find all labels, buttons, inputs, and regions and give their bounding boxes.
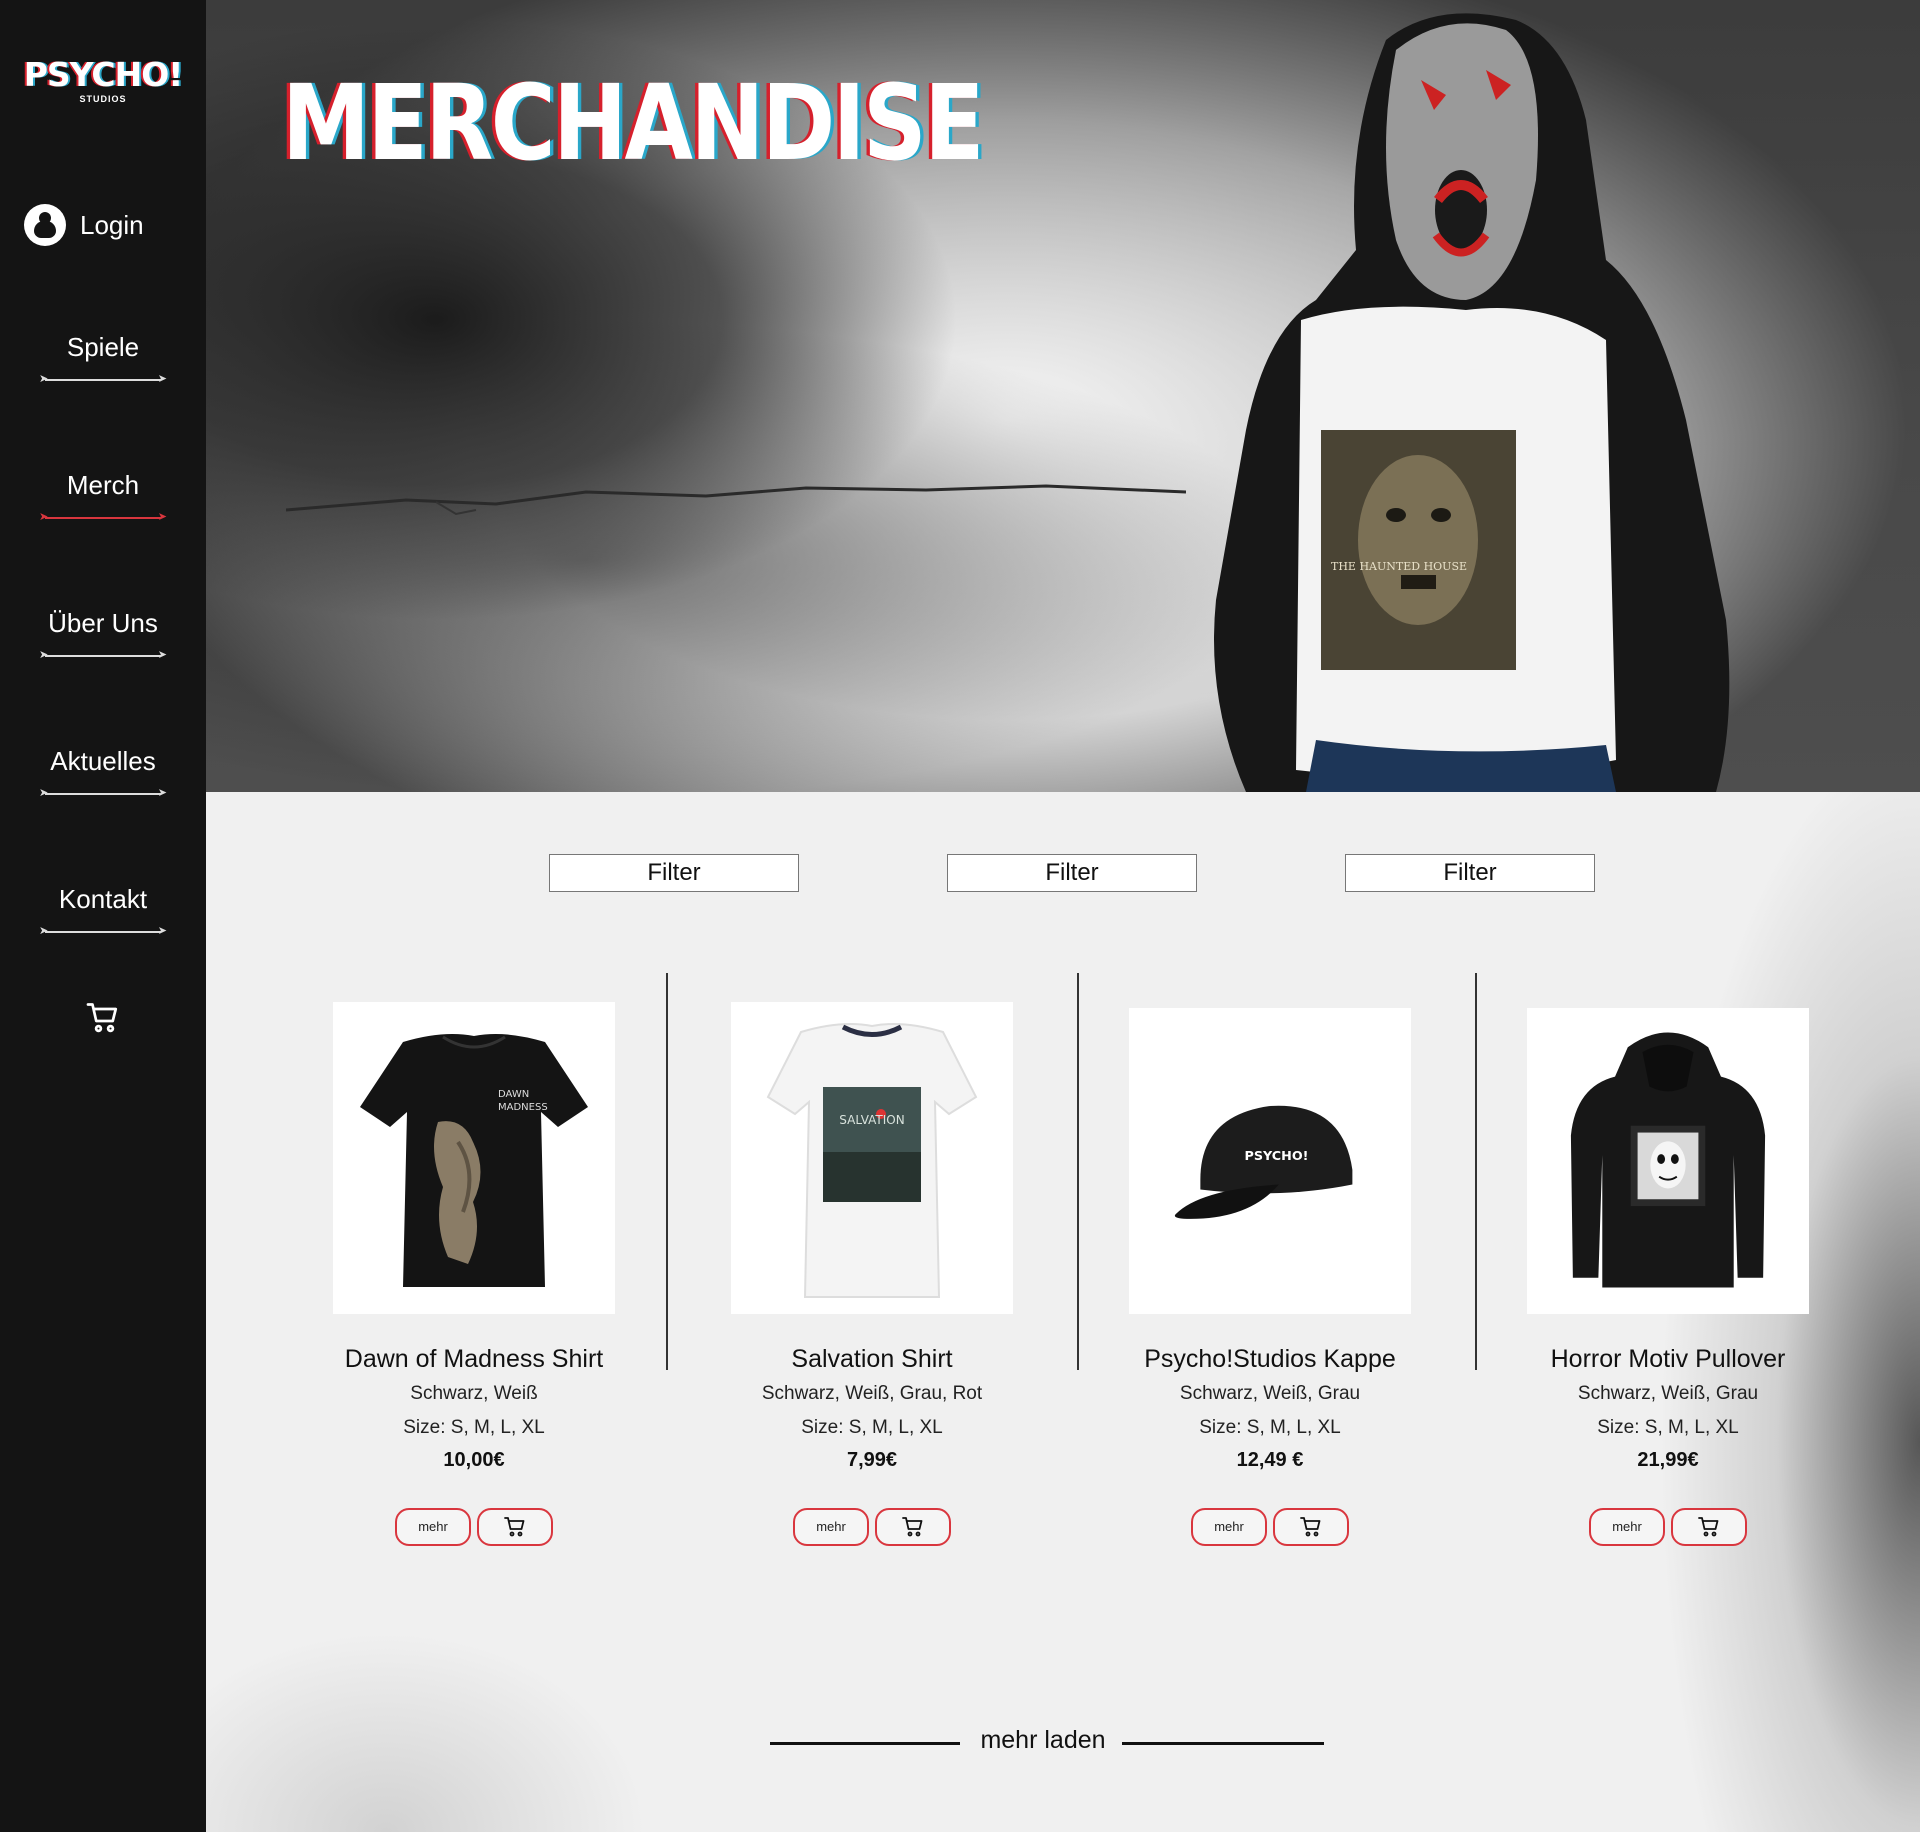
product-divider <box>1475 973 1477 1370</box>
brand-logo[interactable]: PSYCHO! STUDIOS <box>0 58 206 104</box>
product-card: DAWN MADNESS Dawn of Madness Shirt Schwa… <box>284 1002 664 1546</box>
login-label: Login <box>80 209 144 240</box>
product-image-black-hoodie[interactable] <box>1527 1008 1809 1314</box>
product-print-text: SALVATION <box>839 1113 904 1127</box>
product-colors: Schwarz, Weiß <box>410 1383 538 1404</box>
nav-underline: ➤ ➤ <box>39 787 167 799</box>
more-button[interactable]: mehr <box>793 1508 869 1546</box>
grunge-texture <box>286 484 1186 516</box>
product-colors: Schwarz, Weiß, Grau <box>1179 1383 1361 1404</box>
product-divider <box>666 973 668 1370</box>
sidebar-item-ueber-uns[interactable]: Über Uns ➤ ➤ <box>0 608 206 661</box>
product-image-black-cap[interactable]: PSYCHO! <box>1129 1008 1411 1314</box>
shirt-print-text: THE HAUNTED HOUSE <box>1331 560 1467 573</box>
sidebar-item-merch[interactable]: Merch ➤ ➤ <box>0 470 206 523</box>
product-name[interactable]: Salvation Shirt <box>682 1342 1062 1376</box>
sidebar-item-label: Aktuelles <box>50 746 156 776</box>
product-sizes: Size: S, M, L, XL <box>801 1417 943 1438</box>
product-image-black-tshirt[interactable]: DAWN MADNESS <box>333 1002 615 1314</box>
product-sizes: Size: S, M, L, XL <box>1199 1417 1341 1438</box>
add-to-cart-button[interactable] <box>875 1508 951 1546</box>
sidebar-item-label: Über Uns <box>48 608 158 638</box>
filter-button-2[interactable]: Filter <box>947 854 1197 892</box>
product-price: 7,99€ <box>846 1449 898 1471</box>
load-more-line-right <box>1122 1742 1324 1745</box>
cart-icon <box>504 1517 525 1537</box>
product-card: SALVATION Salvation Shirt Schwarz, Weiß,… <box>682 1002 1062 1546</box>
more-button[interactable]: mehr <box>1191 1508 1267 1546</box>
more-button[interactable]: mehr <box>1589 1508 1665 1546</box>
product-colors: Schwarz, Weiß, Grau <box>1577 1383 1759 1404</box>
cart-icon <box>1300 1517 1321 1537</box>
product-image-white-tshirt[interactable]: SALVATION <box>731 1002 1013 1314</box>
cart-icon <box>1698 1517 1719 1537</box>
product-price: 10,00€ <box>443 1449 505 1471</box>
product-sizes: Size: S, M, L, XL <box>403 1417 545 1438</box>
product-price: 12,49 € <box>1236 1449 1304 1471</box>
load-more-line-left <box>770 1742 960 1745</box>
product-print-text: PSYCHO! <box>1245 1149 1309 1164</box>
svg-text:DAWN: DAWN <box>498 1089 529 1100</box>
sidebar-item-kontakt[interactable]: Kontakt ➤ ➤ <box>0 884 206 937</box>
user-icon <box>24 204 66 246</box>
load-more-button[interactable]: mehr laden <box>978 1726 1108 1755</box>
filter-button-1[interactable]: Filter <box>549 854 799 892</box>
grunge-texture <box>206 1500 706 1832</box>
add-to-cart-button[interactable] <box>1671 1508 1747 1546</box>
product-name[interactable]: Dawn of Madness Shirt <box>284 1342 664 1376</box>
nav-underline: ➤ ➤ <box>39 925 167 937</box>
filter-button-3[interactable]: Filter <box>1345 854 1595 892</box>
sidebar-item-aktuelles[interactable]: Aktuelles ➤ ➤ <box>0 746 206 799</box>
nav-underline: ➤ ➤ <box>39 373 167 385</box>
cart-icon <box>902 1517 923 1537</box>
page-title: MERCHANDISE <box>282 62 985 184</box>
product-name[interactable]: Psycho!Studios Kappe <box>1080 1342 1460 1376</box>
add-to-cart-button[interactable] <box>477 1508 553 1546</box>
hero-banner: MERCHANDISE THE HAUNTED HOUSE <box>206 0 1920 792</box>
product-divider <box>1077 973 1079 1370</box>
nav-underline: ➤ ➤ <box>39 649 167 661</box>
cart-icon[interactable] <box>85 1000 121 1036</box>
product-card: PSYCHO! Psycho!Studios Kappe Schwarz, We… <box>1080 1002 1460 1546</box>
sidebar-item-spiele[interactable]: Spiele ➤ ➤ <box>0 332 206 385</box>
sidebar-item-label: Spiele <box>66 332 140 362</box>
sidebar: PSYCHO! STUDIOS Login Spiele ➤ ➤ Merch ➤ ➤… <box>0 0 206 1832</box>
product-sizes: Size: S, M, L, XL <box>1597 1417 1739 1438</box>
product-price: 21,99€ <box>1637 1449 1699 1471</box>
product-card: Horror Motiv Pullover Schwarz, Weiß, Gra… <box>1478 1002 1858 1546</box>
product-name[interactable]: Horror Motiv Pullover <box>1478 1342 1858 1376</box>
more-button[interactable]: mehr <box>395 1508 471 1546</box>
add-to-cart-button[interactable] <box>1273 1508 1349 1546</box>
login-button[interactable]: Login <box>24 204 144 246</box>
nav-underline-active: ➤ ➤ <box>39 511 167 523</box>
svg-text:MADNESS: MADNESS <box>498 1102 548 1113</box>
brand-name: PSYCHO! <box>23 55 184 94</box>
hero-model-image: THE HAUNTED HOUSE <box>1214 13 1730 792</box>
product-colors: Schwarz, Weiß, Grau, Rot <box>761 1383 983 1404</box>
brand-sub: STUDIOS <box>79 94 127 104</box>
sidebar-item-label: Kontakt <box>58 884 148 914</box>
load-more: mehr laden <box>770 1726 1324 1760</box>
sidebar-item-label: Merch <box>66 470 140 500</box>
